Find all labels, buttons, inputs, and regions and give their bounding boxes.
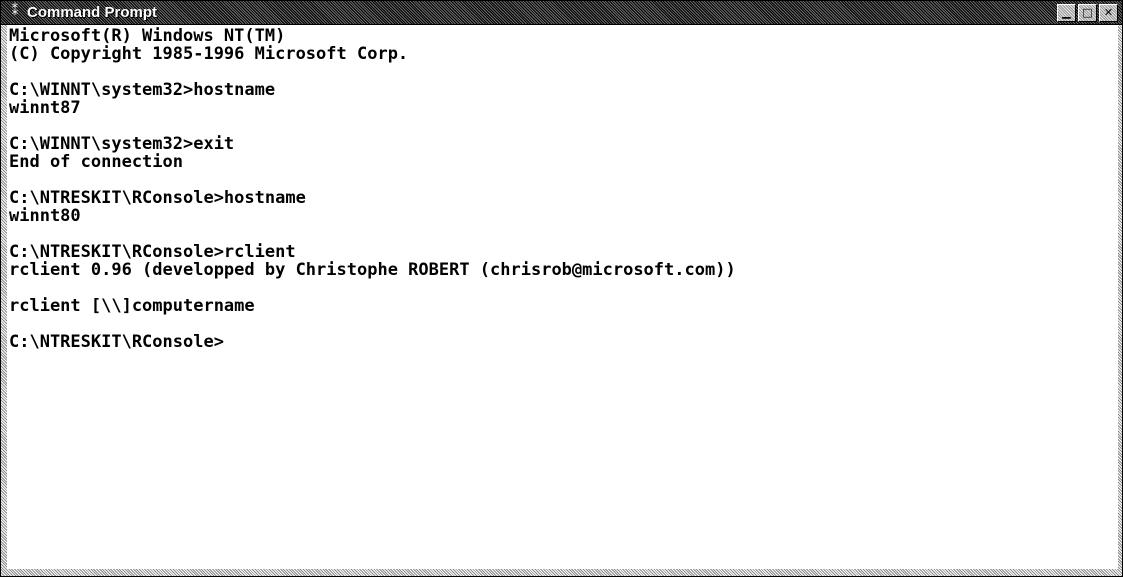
console-line: C:\WINNT\system32>exit	[9, 134, 235, 154]
window-frame-right	[1118, 25, 1122, 576]
console-line: End of connection	[9, 152, 183, 172]
close-button[interactable]: ✕	[1099, 4, 1118, 22]
console-line: C:\NTRESKIT\RConsole>rclient	[9, 242, 296, 262]
window-title: Command Prompt	[27, 4, 158, 21]
console-line: winnt87	[9, 98, 81, 118]
close-icon: ✕	[1103, 6, 1114, 19]
console-line: C:\WINNT\system32>hostname	[9, 80, 276, 100]
window-frame-left	[1, 25, 7, 576]
maximize-icon: □	[1082, 6, 1093, 19]
console-line: Microsoft(R) Windows NT(TM)	[9, 27, 286, 46]
console-line: rclient 0.96 (developped by Christophe R…	[9, 260, 736, 280]
console-line: (C) Copyright 1985-1996 Microsoft Corp.	[9, 44, 409, 64]
title-bar[interactable]: ⁑ Command Prompt ▁ □ ✕	[1, 1, 1122, 25]
console-output[interactable]: Microsoft(R) Windows NT(TM) (C) Copyrigh…	[9, 27, 1117, 567]
console-line: rclient [\\]computername	[9, 296, 255, 316]
minimize-button[interactable]: ▁	[1057, 4, 1076, 22]
console-prompt-line: C:\NTRESKIT\RConsole>	[9, 332, 224, 352]
command-prompt-icon[interactable]: ⁑	[7, 4, 23, 20]
command-prompt-window: ⁑ Command Prompt ▁ □ ✕ Microsoft(R) Wind…	[0, 0, 1123, 577]
window-frame-bottom	[1, 569, 1122, 576]
maximize-button[interactable]: □	[1078, 4, 1097, 22]
minimize-icon: ▁	[1062, 6, 1071, 19]
console-line: winnt80	[9, 206, 81, 226]
console-line: C:\NTRESKIT\RConsole>hostname	[9, 188, 306, 208]
window-controls: ▁ □ ✕	[1057, 4, 1118, 22]
